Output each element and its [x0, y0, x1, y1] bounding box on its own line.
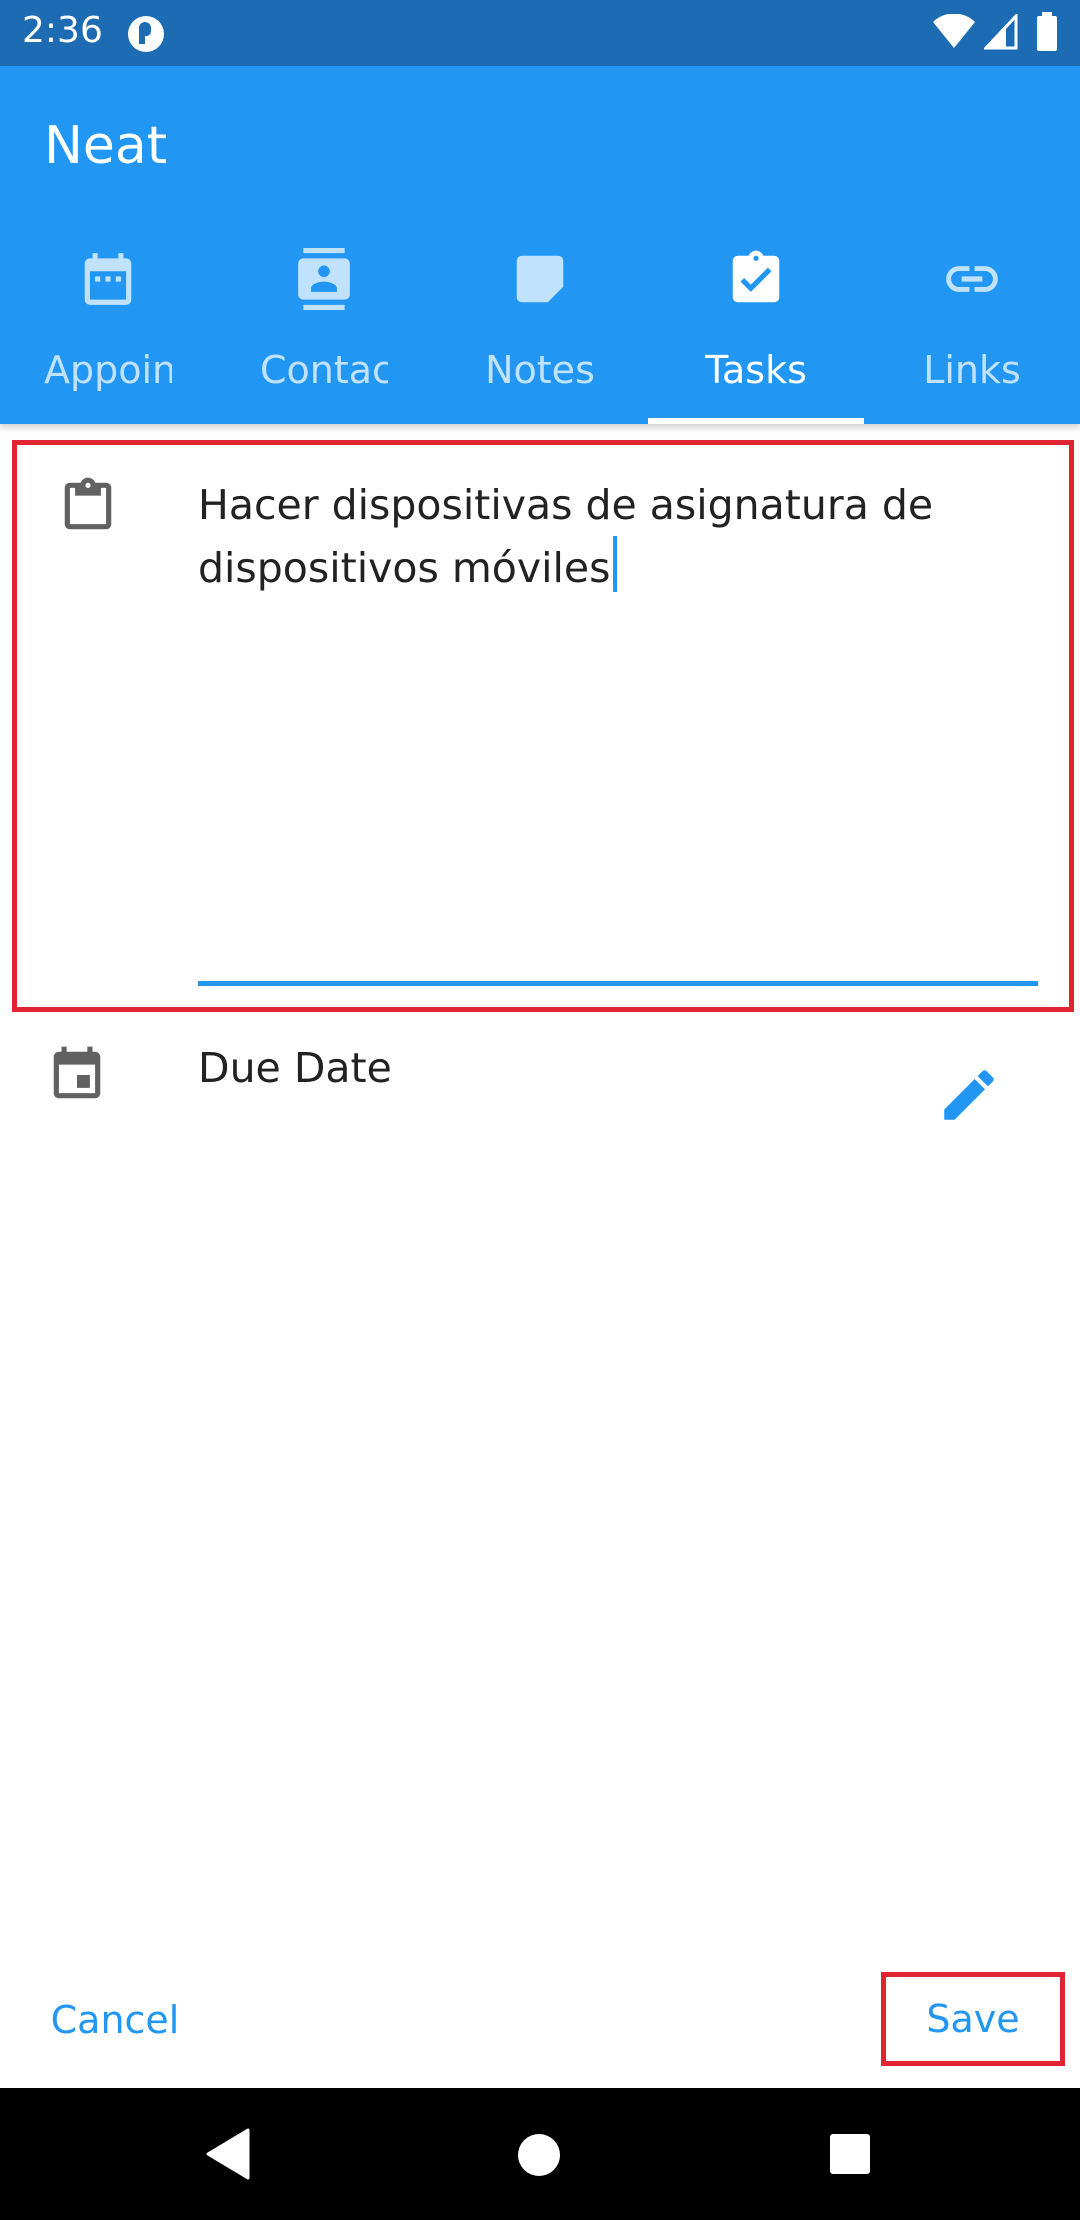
note-icon: [516, 255, 564, 303]
app-bar: Neat Appoin Contac Notes Tasks Links: [0, 66, 1080, 424]
tab-appointments[interactable]: Appoin: [0, 242, 216, 424]
tab-active-indicator: [648, 418, 864, 424]
task-description-input[interactable]: Hacer dispositivas de asignatura de disp…: [198, 475, 1048, 599]
notification-icon: [128, 16, 164, 52]
tab-label: Links: [923, 348, 1021, 392]
recent-apps-icon[interactable]: [828, 2132, 872, 2176]
save-button[interactable]: Save: [886, 1977, 1060, 2061]
status-bar: 2:36: [0, 0, 1080, 66]
cancel-button[interactable]: Cancel: [30, 1975, 200, 2065]
task-description-value: Hacer dispositivas de asignatura de disp…: [198, 481, 934, 592]
calendar-event-icon: [53, 1046, 101, 1099]
status-time: 2:36: [22, 10, 103, 51]
tab-notes[interactable]: Notes: [432, 242, 648, 424]
tab-bar: Appoin Contac Notes Tasks Links: [0, 242, 1080, 424]
edit-due-date-button[interactable]: [936, 1062, 1002, 1128]
tab-label: Contac: [260, 348, 388, 392]
due-date-row: Due Date: [0, 1020, 1080, 1140]
task-description-highlight: Hacer dispositivas de asignatura de disp…: [12, 440, 1074, 1012]
contact-icon: [298, 248, 350, 310]
tab-tasks[interactable]: Tasks: [648, 242, 864, 424]
text-cursor: [612, 536, 617, 592]
input-underline: [198, 981, 1038, 986]
app-title: Neat: [44, 116, 168, 176]
tab-links[interactable]: Links: [864, 242, 1080, 424]
link-icon: [946, 266, 998, 292]
clipboard-icon: [64, 477, 112, 530]
tab-contacts[interactable]: Contac: [216, 242, 432, 424]
tab-label: Notes: [485, 348, 595, 392]
due-date-label: Due Date: [198, 1044, 392, 1092]
calendar-icon: [84, 253, 132, 305]
battery-icon: [1037, 12, 1057, 51]
signal-icon: [984, 14, 1018, 50]
home-icon[interactable]: [516, 2132, 562, 2178]
task-check-icon: [732, 250, 780, 303]
save-button-highlight: Save: [881, 1972, 1065, 2066]
wifi-icon: [933, 14, 975, 48]
tab-label: Appoin: [44, 348, 172, 392]
navigation-bar: [0, 2088, 1080, 2220]
tab-label: Tasks: [705, 348, 807, 392]
back-icon[interactable]: [204, 2128, 252, 2180]
